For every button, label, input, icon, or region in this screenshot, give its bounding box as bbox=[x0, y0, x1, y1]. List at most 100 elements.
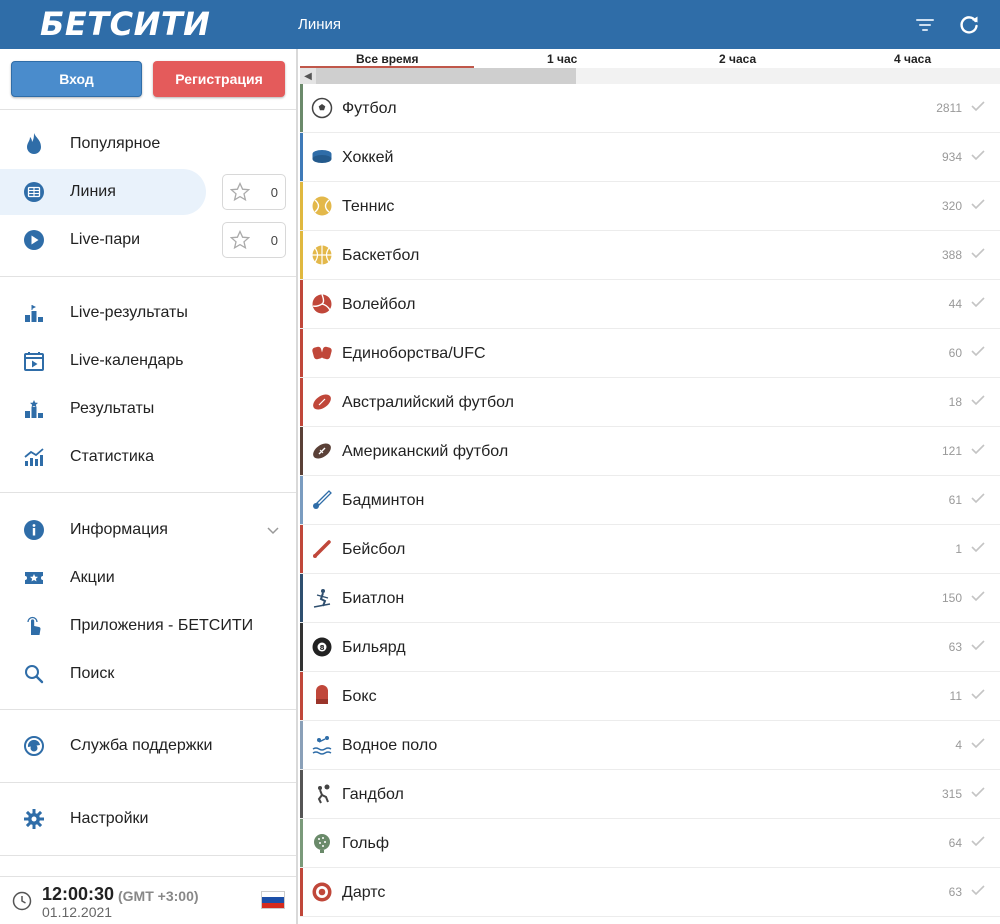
refresh-icon[interactable] bbox=[956, 12, 982, 38]
tennis-icon bbox=[311, 195, 333, 217]
darts-icon bbox=[311, 881, 333, 903]
check-icon[interactable] bbox=[970, 785, 986, 804]
sport-row[interactable]: Гандбол 315 bbox=[300, 770, 1000, 819]
sport-name: Гандбол bbox=[342, 786, 404, 803]
sport-row[interactable]: Теннис 320 bbox=[300, 182, 1000, 231]
event-count: 18 bbox=[948, 395, 962, 409]
american-football-icon bbox=[311, 440, 333, 462]
brand-logo[interactable]: БЕТСИТИ bbox=[40, 5, 210, 43]
sidebar-item-results[interactable]: Результаты bbox=[0, 386, 296, 432]
tab-1-hour[interactable]: 1 час bbox=[547, 52, 577, 66]
favorites-count: 0 bbox=[270, 185, 278, 200]
sport-row[interactable]: Австралийский футбол 18 bbox=[300, 378, 1000, 427]
sport-row[interactable]: Гольф 64 bbox=[300, 819, 1000, 868]
scroll-left-icon[interactable]: ◀ bbox=[300, 68, 316, 84]
timezone: (GMT +3:00) bbox=[118, 888, 199, 904]
tab-2-hours[interactable]: 2 часа bbox=[719, 52, 756, 66]
check-icon[interactable] bbox=[970, 736, 986, 755]
sidebar-item-promotions[interactable]: Акции bbox=[0, 555, 296, 601]
sport-row[interactable]: Дартс 63 bbox=[300, 868, 1000, 917]
sport-row[interactable]: Единоборства/UFC 60 bbox=[300, 329, 1000, 378]
check-icon[interactable] bbox=[970, 687, 986, 706]
sport-name: Бейсбол bbox=[342, 541, 406, 558]
sport-name: Единоборства/UFC bbox=[342, 345, 486, 362]
sidebar-item-statistics[interactable]: Статистика bbox=[0, 434, 296, 480]
register-button[interactable]: Регистрация bbox=[153, 61, 285, 97]
sidebar-item-information[interactable]: Информация bbox=[0, 507, 296, 553]
check-icon[interactable] bbox=[970, 638, 986, 657]
sidebar-item-label: Акции bbox=[70, 569, 115, 586]
chevron-down-icon[interactable] bbox=[266, 523, 280, 541]
check-icon[interactable] bbox=[970, 99, 986, 118]
filter-icon[interactable] bbox=[912, 12, 938, 38]
live-favorites-button[interactable]: 0 bbox=[222, 222, 286, 258]
sport-color-stripe bbox=[300, 182, 303, 230]
sport-row[interactable]: Бадминтон 61 bbox=[300, 476, 1000, 525]
sidebar-item-support[interactable]: Служба поддержки bbox=[0, 723, 296, 769]
sidebar-item-label: Популярное bbox=[70, 135, 161, 152]
sport-row[interactable]: Бейсбол 1 bbox=[300, 525, 1000, 574]
sports-list: Футбол 2811 Хоккей 934 Теннис 320 Баскетбол 388… bbox=[300, 84, 1000, 917]
clock-bar: 12:00:30 (GMT +3:00) 01.12.2021 bbox=[0, 876, 296, 924]
sport-color-stripe bbox=[300, 868, 303, 916]
sport-name: Биатлон bbox=[342, 590, 405, 607]
event-count: 63 bbox=[948, 640, 962, 654]
tab-4-hours[interactable]: 4 часа bbox=[894, 52, 931, 66]
sport-color-stripe bbox=[300, 672, 303, 720]
main-content: Все время 1 час 2 часа 4 часа ◀ Футбол 28… bbox=[300, 49, 1000, 924]
sport-row[interactable]: Водное поло 4 bbox=[300, 721, 1000, 770]
sport-row[interactable]: Футбол 2811 bbox=[300, 84, 1000, 133]
sidebar-item-label: Статистика bbox=[70, 448, 155, 465]
sidebar-item-live-calendar[interactable]: Live-календарь bbox=[0, 338, 296, 384]
check-icon[interactable] bbox=[970, 834, 986, 853]
login-button[interactable]: Вход bbox=[11, 61, 142, 97]
tab-all-time[interactable]: Все время bbox=[356, 52, 418, 66]
sport-row[interactable]: Бокс 11 bbox=[300, 672, 1000, 721]
gear-icon bbox=[22, 807, 46, 831]
check-icon[interactable] bbox=[970, 883, 986, 902]
check-icon[interactable] bbox=[970, 540, 986, 559]
sport-row[interactable]: Американский футбол 121 bbox=[300, 427, 1000, 476]
check-icon[interactable] bbox=[970, 148, 986, 167]
check-icon[interactable] bbox=[970, 589, 986, 608]
scrollbar-thumb[interactable] bbox=[316, 68, 576, 84]
hockey-icon bbox=[311, 146, 333, 168]
sport-row[interactable]: 8 Бильярд 63 bbox=[300, 623, 1000, 672]
sidebar-item-apps[interactable]: Приложения - БЕТСИТИ bbox=[0, 603, 296, 649]
water-polo-icon bbox=[311, 734, 333, 756]
event-count: 934 bbox=[941, 150, 962, 164]
sport-row[interactable]: Хоккей 934 bbox=[300, 133, 1000, 182]
check-icon[interactable] bbox=[970, 197, 986, 216]
sidebar-item-settings[interactable]: Настройки bbox=[0, 796, 296, 842]
sport-row[interactable]: Волейбол 44 bbox=[300, 280, 1000, 329]
basketball-icon bbox=[311, 244, 333, 266]
sport-name: Теннис bbox=[342, 198, 395, 215]
sport-row[interactable]: Баскетбол 388 bbox=[300, 231, 1000, 280]
podium-icon bbox=[22, 301, 46, 325]
handball-icon bbox=[311, 783, 333, 805]
sidebar-item-label: Поиск bbox=[70, 665, 115, 682]
horizontal-scrollbar[interactable]: ◀ bbox=[300, 68, 1000, 84]
line-favorites-button[interactable]: 0 bbox=[222, 174, 286, 210]
play-icon bbox=[22, 228, 46, 252]
sidebar-item-label: Информация bbox=[70, 521, 168, 538]
line-icon bbox=[22, 180, 46, 204]
check-icon[interactable] bbox=[970, 295, 986, 314]
check-icon[interactable] bbox=[970, 442, 986, 461]
check-icon[interactable] bbox=[970, 491, 986, 510]
sport-color-stripe bbox=[300, 84, 303, 132]
sidebar-item-popular[interactable]: Популярное bbox=[0, 121, 296, 167]
page-title: Линия bbox=[298, 16, 342, 33]
check-icon[interactable] bbox=[970, 246, 986, 265]
russia-flag-icon[interactable] bbox=[261, 891, 285, 909]
event-count: 388 bbox=[941, 248, 962, 262]
sidebar-item-live-results[interactable]: Live-результаты bbox=[0, 290, 296, 336]
check-icon[interactable] bbox=[970, 344, 986, 363]
sidebar-item-search[interactable]: Поиск bbox=[0, 651, 296, 697]
ticket-icon bbox=[22, 566, 46, 590]
check-icon[interactable] bbox=[970, 393, 986, 412]
volleyball-icon bbox=[311, 293, 333, 315]
event-count: 320 bbox=[941, 199, 962, 213]
sidebar-item-label: Линия bbox=[70, 183, 116, 200]
sport-row[interactable]: Биатлон 150 bbox=[300, 574, 1000, 623]
